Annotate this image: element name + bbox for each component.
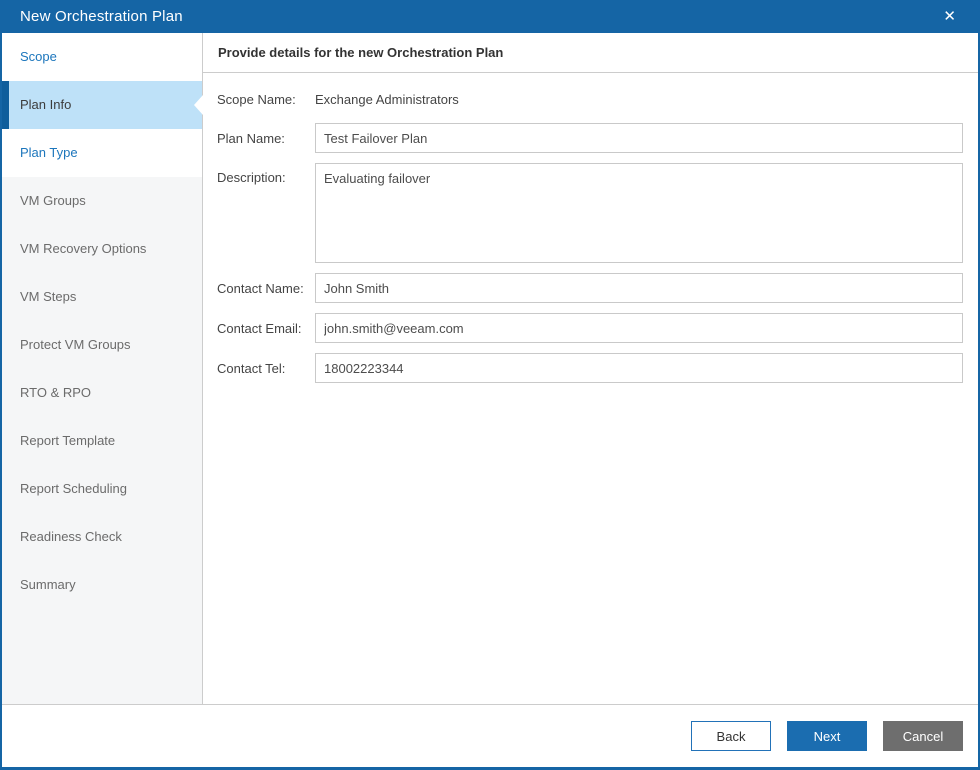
contact-tel-row: Contact Tel: — [217, 353, 963, 383]
scope-name-value: Exchange Administrators — [315, 92, 459, 107]
active-step-accent-bar — [2, 81, 9, 129]
back-button[interactable]: Back — [691, 721, 771, 751]
sidebar-item-readiness-check: Readiness Check — [20, 529, 122, 544]
sidebar-item-summary: Summary — [20, 577, 76, 592]
step-content-panel: Provide details for the new Orchestratio… — [203, 33, 978, 704]
wizard-steps-sidebar: Scope Plan Info Plan Type VM Groups VM R… — [2, 33, 203, 704]
contact-name-input[interactable] — [315, 273, 963, 303]
plan-name-label: Plan Name: — [217, 130, 285, 146]
sidebar-item-report-scheduling: Report Scheduling — [20, 481, 127, 496]
sidebar-item-protect-vm-groups: Protect VM Groups — [20, 337, 131, 352]
sidebar-item-vm-recovery-options: VM Recovery Options — [20, 241, 147, 256]
cancel-button[interactable]: Cancel — [883, 721, 963, 751]
sidebar-item-label: Plan Info — [20, 97, 72, 112]
contact-email-row: Contact Email: — [217, 313, 963, 343]
sidebar-item-plan-info[interactable]: Plan Info — [2, 81, 203, 129]
new-orchestration-plan-dialog: New Orchestration Plan ✕ Scope Plan Info… — [0, 0, 980, 770]
wizard-footer: Back Next Cancel — [2, 704, 978, 767]
sidebar-item-vm-groups: VM Groups — [20, 193, 86, 208]
dialog-body: Scope Plan Info Plan Type VM Groups VM R… — [2, 33, 978, 704]
close-icon[interactable]: ✕ — [943, 9, 956, 24]
description-row: Description: Evaluating failover — [217, 163, 963, 263]
plan-info-form: Scope Name: Exchange Administrators Plan… — [203, 73, 978, 393]
contact-tel-label: Contact Tel: — [217, 360, 286, 376]
sidebar-item-rto-rpo: RTO & RPO — [20, 385, 92, 400]
active-step-notch — [194, 95, 203, 115]
description-textarea[interactable]: Evaluating failover — [315, 163, 963, 263]
scope-name-row: Scope Name: Exchange Administrators — [217, 92, 963, 107]
dialog-title: New Orchestration Plan — [20, 8, 183, 25]
title-bar: New Orchestration Plan ✕ — [2, 0, 978, 33]
scope-name-label: Scope Name: — [217, 92, 296, 107]
contact-tel-input[interactable] — [315, 353, 963, 383]
sidebar-item-scope[interactable]: Scope — [2, 33, 202, 81]
contact-name-row: Contact Name: — [217, 273, 963, 303]
sidebar-item-report-template: Report Template — [20, 433, 116, 448]
description-label: Description: — [217, 170, 286, 185]
contact-email-input[interactable] — [315, 313, 963, 343]
sidebar-item-plan-type[interactable]: Plan Type — [2, 129, 202, 177]
plan-name-input[interactable] — [315, 123, 963, 153]
sidebar-item-vm-steps: VM Steps — [20, 289, 77, 304]
plan-name-row: Plan Name: — [217, 123, 963, 153]
step-title: Provide details for the new Orchestratio… — [203, 33, 978, 73]
next-button[interactable]: Next — [787, 721, 867, 751]
contact-name-label: Contact Name: — [217, 280, 304, 296]
contact-email-label: Contact Email: — [217, 320, 302, 336]
